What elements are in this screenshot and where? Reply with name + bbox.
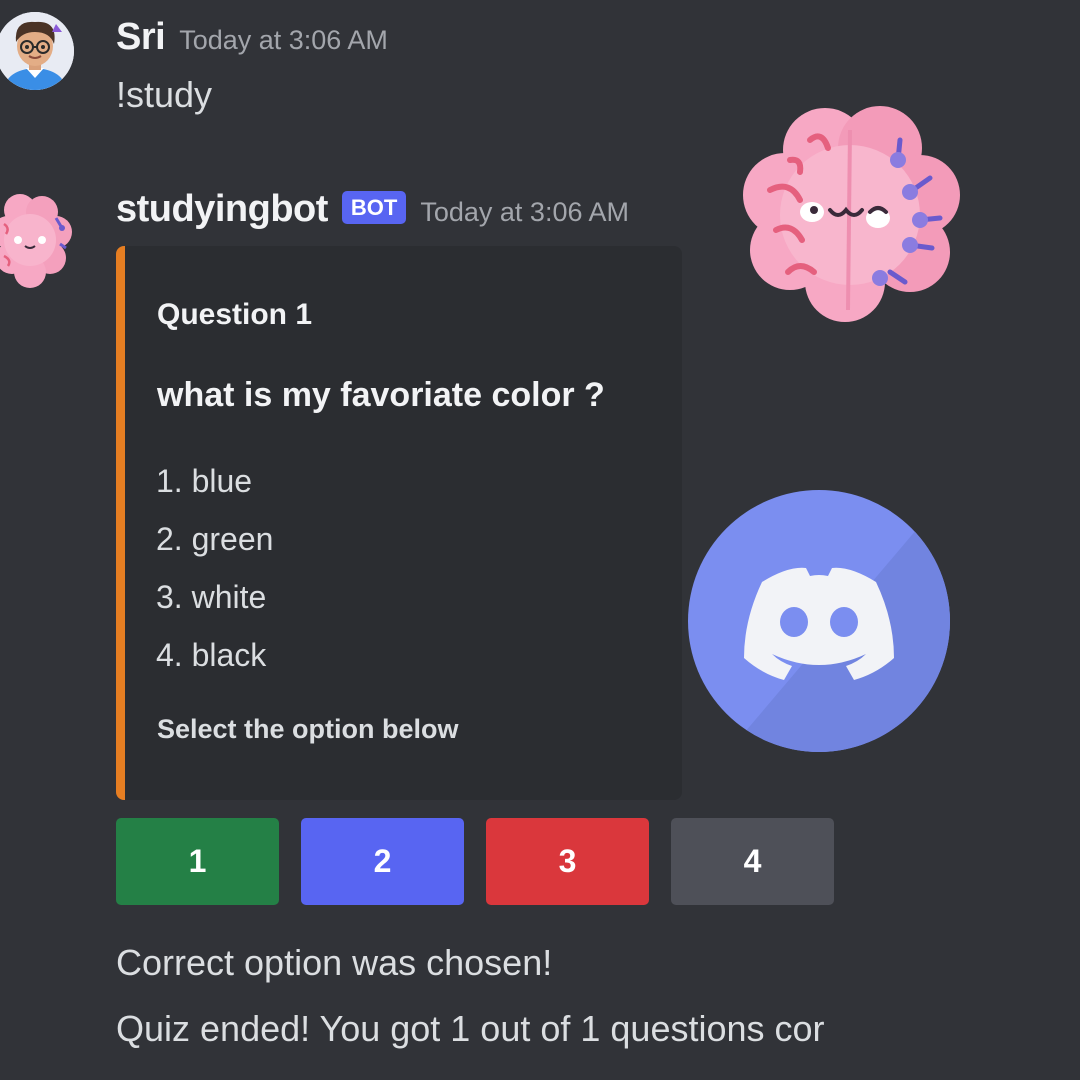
answer-button-2[interactable]: 2 [301, 818, 464, 905]
embed-option: 3. white [156, 579, 267, 615]
user-avatar[interactable] [0, 12, 74, 90]
embed-title: Question 1 [157, 298, 313, 331]
embed-footer: Select the option below [157, 714, 459, 744]
user-message-header: Sri Today at 3:06 AM [116, 16, 388, 59]
bot-message-header: studyingbot BOT Today at 3:06 AM [116, 188, 629, 231]
discord-logo-icon [688, 490, 950, 752]
embed-question: what is my favoriate color ? [157, 376, 605, 414]
bot-username[interactable]: studyingbot [116, 188, 328, 231]
chat-screen: Sri Today at 3:06 AM !study studyingbot … [0, 0, 1080, 1080]
user-message-text: !study [116, 74, 213, 115]
bot-avatar[interactable] [0, 186, 76, 296]
user-timestamp: Today at 3:06 AM [179, 25, 388, 55]
user-username[interactable]: Sri [116, 16, 166, 59]
result-message-ended: Quiz ended! You got 1 out of 1 questions… [116, 1008, 825, 1049]
bot-tag-badge: BOT [341, 191, 407, 224]
quiz-embed: Question 1 what is my favoriate color ? … [116, 246, 682, 800]
user-avatar-icon [0, 12, 74, 90]
result-message-correct: Correct option was chosen! [116, 942, 553, 983]
embed-options-list: 1. blue 2. green 3. white 4. black [156, 458, 273, 690]
embed-option: 2. green [156, 521, 274, 557]
answer-button-4[interactable]: 4 [671, 818, 834, 905]
answer-buttons: 1 2 3 4 [116, 818, 834, 905]
embed-option: 4. black [156, 637, 267, 673]
answer-button-1[interactable]: 1 [116, 818, 279, 905]
brain-icon [743, 106, 960, 322]
embed-option: 1. blue [156, 463, 253, 499]
answer-button-3[interactable]: 3 [486, 818, 649, 905]
bot-timestamp: Today at 3:06 AM [420, 197, 629, 227]
brain-icon [0, 194, 72, 288]
